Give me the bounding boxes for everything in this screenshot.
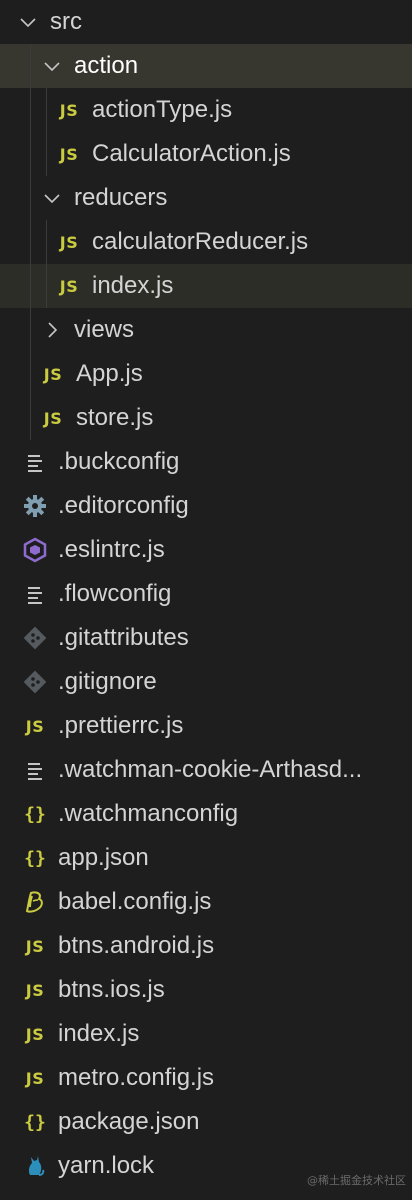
file-label: CalculatorAction.js — [92, 140, 291, 167]
js-file-icon: JS — [59, 232, 79, 252]
file-calculatoraction[interactable]: JS CalculatorAction.js — [0, 132, 412, 176]
json-file-icon: {} — [24, 1111, 46, 1133]
js-file-icon: JS — [25, 980, 45, 1000]
js-file-icon: JS — [25, 1024, 45, 1044]
file-actiontype[interactable]: JS actionType.js — [0, 88, 412, 132]
watermark: @稀土掘金技术社区 — [307, 1174, 406, 1187]
git-icon — [22, 669, 48, 695]
file-btns-android[interactable]: JS btns.android.js — [0, 924, 412, 968]
indent-guide — [30, 308, 31, 352]
file-gitignore[interactable]: .gitignore — [0, 660, 412, 704]
file-label: yarn.lock — [58, 1152, 155, 1179]
file-label: .gitignore — [58, 668, 157, 695]
lines-file-icon — [22, 581, 48, 607]
folder-label: action — [74, 52, 139, 79]
file-label: .watchman-cookie-Arthasd... — [58, 756, 363, 783]
file-label: .flowconfig — [58, 580, 172, 607]
js-file-icon: JS — [25, 936, 45, 956]
json-file-icon: {} — [24, 847, 46, 869]
file-label: .watchmanconfig — [58, 800, 239, 827]
file-root-index[interactable]: JS index.js — [0, 1012, 412, 1056]
file-label: .eslintrc.js — [58, 536, 165, 563]
chevron-right-icon — [40, 318, 64, 342]
lines-file-icon — [22, 757, 48, 783]
folder-action[interactable]: action — [0, 44, 412, 88]
file-calculatorreducer[interactable]: JS calculatorReducer.js — [0, 220, 412, 264]
file-reducers-index[interactable]: JS index.js — [0, 264, 412, 308]
indent-guide — [30, 220, 31, 264]
file-babel-config[interactable]: babel.config.js — [0, 880, 412, 924]
file-flowconfig[interactable]: .flowconfig — [0, 572, 412, 616]
chevron-down-icon — [40, 186, 64, 210]
file-label: store.js — [76, 404, 154, 431]
file-btns-ios[interactable]: JS btns.ios.js — [0, 968, 412, 1012]
file-eslintrc[interactable]: .eslintrc.js — [0, 528, 412, 572]
file-app-json[interactable]: {} app.json — [0, 836, 412, 880]
folder-views[interactable]: views — [0, 308, 412, 352]
indent-guide — [30, 132, 31, 176]
file-label: btns.ios.js — [58, 976, 165, 1003]
file-store[interactable]: JS store.js — [0, 396, 412, 440]
js-file-icon: JS — [43, 364, 63, 384]
file-label: metro.config.js — [58, 1064, 215, 1091]
yarn-cat-icon — [22, 1153, 48, 1179]
file-label: .buckconfig — [58, 448, 180, 475]
file-metro-config[interactable]: JS metro.config.js — [0, 1056, 412, 1100]
babel-icon — [22, 889, 48, 915]
file-label: app.json — [58, 844, 149, 871]
chevron-down-icon — [40, 54, 64, 78]
js-file-icon: JS — [43, 408, 63, 428]
indent-guide — [46, 132, 47, 176]
indent-guide — [30, 176, 31, 220]
js-file-icon: JS — [25, 1068, 45, 1088]
file-explorer-tree: src action JS actionType.js JS Calculato… — [0, 0, 412, 1188]
git-icon — [22, 625, 48, 651]
indent-guide — [46, 88, 47, 132]
file-label: package.json — [58, 1108, 200, 1135]
js-file-icon: JS — [59, 144, 79, 164]
file-watchman-cookie[interactable]: .watchman-cookie-Arthasd... — [0, 748, 412, 792]
indent-guide — [46, 220, 47, 264]
folder-label: views — [74, 316, 135, 343]
file-watchmanconfig[interactable]: {} .watchmanconfig — [0, 792, 412, 836]
file-label: calculatorReducer.js — [92, 228, 309, 255]
file-label: .editorconfig — [58, 492, 189, 519]
file-label: babel.config.js — [58, 888, 212, 915]
file-package-json[interactable]: {} package.json — [0, 1100, 412, 1144]
js-file-icon: JS — [59, 276, 79, 296]
file-label: btns.android.js — [58, 932, 215, 959]
folder-label: reducers — [74, 184, 168, 211]
gear-icon — [22, 493, 48, 519]
file-label: index.js — [58, 1020, 140, 1047]
indent-guide — [30, 264, 31, 308]
file-app[interactable]: JS App.js — [0, 352, 412, 396]
file-buckconfig[interactable]: .buckconfig — [0, 440, 412, 484]
indent-guide — [30, 352, 31, 396]
indent-guide — [30, 44, 31, 88]
lines-file-icon — [22, 449, 48, 475]
file-label: actionType.js — [92, 96, 233, 123]
folder-src[interactable]: src — [0, 0, 412, 44]
file-editorconfig[interactable]: .editorconfig — [0, 484, 412, 528]
file-label: .prettierrc.js — [58, 712, 184, 739]
file-label: .gitattributes — [58, 624, 189, 651]
file-prettierrc[interactable]: JS .prettierrc.js — [0, 704, 412, 748]
indent-guide — [46, 264, 47, 308]
json-file-icon: {} — [24, 803, 46, 825]
indent-guide — [30, 88, 31, 132]
file-label: App.js — [76, 360, 143, 387]
indent-guide — [30, 396, 31, 440]
js-file-icon: JS — [59, 100, 79, 120]
eslint-icon — [22, 537, 48, 563]
js-file-icon: JS — [25, 716, 45, 736]
folder-label: src — [50, 8, 82, 35]
file-gitattributes[interactable]: .gitattributes — [0, 616, 412, 660]
folder-reducers[interactable]: reducers — [0, 176, 412, 220]
file-label: index.js — [92, 272, 174, 299]
chevron-down-icon — [16, 10, 40, 34]
